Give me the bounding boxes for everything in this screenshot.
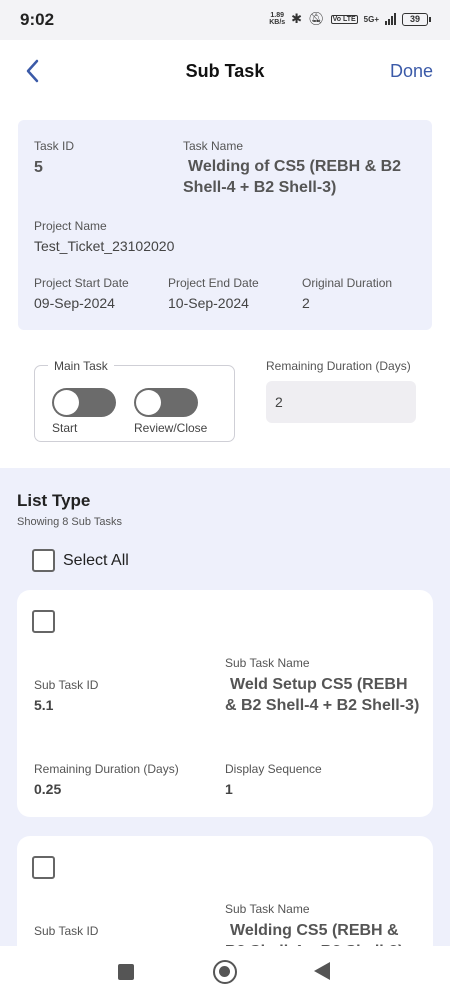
home-circle-icon[interactable]	[213, 960, 237, 984]
sub-task-id-label: Sub Task ID	[34, 678, 99, 692]
sub-task-id-label: Sub Task ID	[34, 924, 99, 938]
volte-badge: Vo LTE	[330, 14, 358, 24]
start-toggle[interactable]	[52, 388, 116, 417]
sub-task-rd-label: Remaining Duration (Days)	[34, 762, 179, 776]
square-icon[interactable]	[118, 964, 134, 980]
sub-task-rd-value: 0.25	[34, 781, 62, 797]
task-name-value: Welding of CS5 (REBH & B2 Shell-4 + B2 S…	[183, 158, 402, 196]
task-info-card: Task ID 5 Task Name Welding of CS5 (REBH…	[18, 120, 432, 330]
done-button[interactable]: Done	[390, 61, 433, 82]
start-toggle-label: Start	[52, 421, 78, 435]
battery-icon: 39	[402, 12, 431, 26]
list-title: List Type	[17, 491, 91, 510]
chevron-left-icon	[26, 59, 39, 83]
sub-task-name-label: Sub Task Name	[225, 902, 310, 916]
sub-task-name-value: Weld Setup CS5 (REBH & B2 Shell-4 + B2 S…	[225, 676, 420, 714]
status-bar: 9:02 1.89 KB/s ✱ 🔕︎ Vo LTE 5G+ 39	[0, 0, 450, 40]
toggle-knob	[54, 390, 79, 415]
network-speed: 1.89 KB/s	[269, 12, 286, 26]
start-date-value: 09-Sep-2024	[34, 295, 115, 311]
original-duration-label: Original Duration	[302, 276, 393, 290]
original-duration-value: 2	[302, 295, 310, 311]
display-sequence-value: 1	[225, 781, 233, 797]
sub-task-id-value: 5.1	[34, 697, 54, 713]
display-sequence-label: Display Sequence	[225, 762, 322, 776]
remaining-duration-field[interactable]: 2	[266, 381, 416, 423]
end-date-label: Project End Date	[168, 276, 259, 290]
network-type: 5G+	[363, 14, 379, 24]
task-name-label: Task Name	[183, 139, 244, 153]
status-icons: 1.89 KB/s ✱ 🔕︎ Vo LTE 5G+ 39	[269, 11, 431, 27]
bluetooth-icon: ✱	[291, 11, 303, 26]
review-close-toggle[interactable]	[134, 388, 198, 417]
start-date-label: Project Start Date	[34, 276, 129, 290]
sub-task-checkbox[interactable]	[32, 856, 55, 879]
task-id-label: Task ID	[34, 139, 75, 153]
sub-task-list-section: List Type Showing 8 Sub Tasks Select All…	[0, 468, 450, 946]
sub-task-checkbox[interactable]	[32, 610, 55, 633]
project-name-value: Test_Ticket_23102020	[34, 238, 175, 254]
app-header: Sub Task Done	[0, 40, 450, 102]
end-date-value: 10-Sep-2024	[168, 295, 249, 311]
sub-task-name-label: Sub Task Name	[225, 656, 310, 670]
project-name-label: Project Name	[34, 219, 107, 233]
remaining-duration-label: Remaining Duration (Days)	[266, 359, 411, 373]
sub-task-card[interactable]: Sub Task ID 5.2 Sub Task Name Welding CS…	[17, 836, 433, 946]
select-all-label[interactable]: Select All	[63, 552, 129, 570]
select-all-checkbox[interactable]	[32, 549, 55, 572]
back-button[interactable]	[18, 56, 48, 86]
status-time: 9:02	[20, 10, 55, 29]
triangle-back-icon[interactable]	[314, 962, 330, 980]
mute-icon: 🔕︎	[308, 11, 325, 26]
page-title: Sub Task	[185, 61, 265, 81]
review-close-toggle-label: Review/Close	[134, 421, 208, 435]
sub-task-card[interactable]: Sub Task ID 5.1 Sub Task Name Weld Setup…	[17, 590, 433, 817]
main-task-legend: Main Task	[48, 359, 114, 373]
sub-task-name-value: Welding CS5 (REBH & B2 Shell-4 + B2 Shel…	[225, 922, 403, 946]
system-nav-bar	[0, 946, 450, 1000]
signal-icon	[385, 13, 396, 25]
list-count: Showing 8 Sub Tasks	[17, 516, 122, 528]
toggle-knob	[136, 390, 161, 415]
task-id-value: 5	[34, 159, 43, 176]
